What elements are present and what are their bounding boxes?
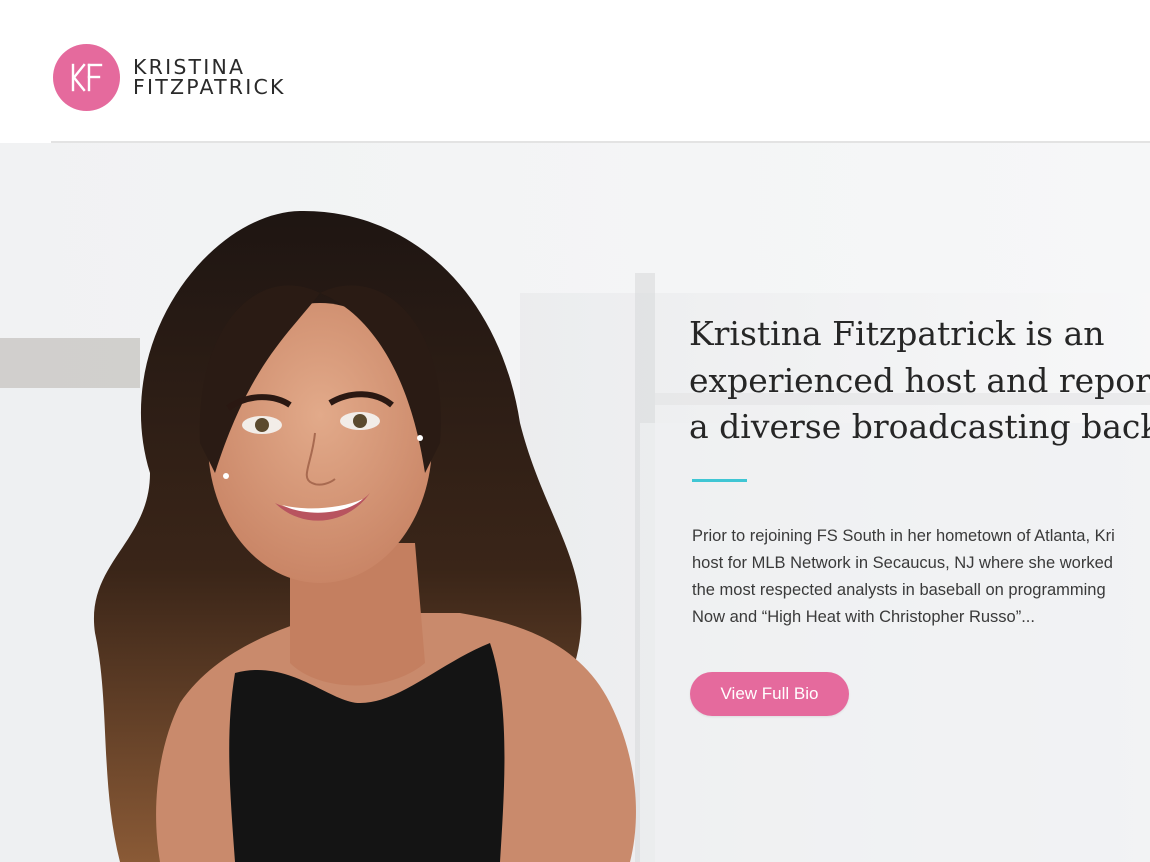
view-full-bio-button[interactable]: View Full Bio (690, 672, 849, 716)
hero-section: Kristina Fitzpatrick is an experienced h… (0, 143, 1150, 862)
hero-headline: Kristina Fitzpatrick is an experienced h… (689, 311, 1150, 451)
headline-line: Kristina Fitzpatrick is an (689, 314, 1105, 353)
bio-line: Prior to rejoining FS South in her homet… (692, 527, 1115, 545)
site-logo-wordmark[interactable]: KRISTINA FITZPATRICK (133, 55, 286, 99)
kf-logo-icon[interactable] (53, 44, 120, 111)
headline-line: experienced host and reporte (689, 360, 1150, 400)
bio-line: the most respected analysts in baseball … (692, 581, 1106, 599)
accent-divider (692, 479, 747, 482)
headline-line: a diverse broadcasting backg (689, 407, 1150, 446)
bio-line: Now and “High Heat with Christopher Russ… (692, 608, 1035, 626)
logo-last-name: FITZPATRICK (133, 75, 286, 99)
logo-first-name: KRISTINA (133, 55, 246, 79)
bio-line: host for MLB Network in Secaucus, NJ whe… (692, 554, 1113, 572)
portrait-photo (0, 143, 1150, 862)
site-header: KRISTINA FITZPATRICK (0, 0, 1150, 142)
bio-excerpt: Prior to rejoining FS South in her homet… (692, 523, 1150, 631)
